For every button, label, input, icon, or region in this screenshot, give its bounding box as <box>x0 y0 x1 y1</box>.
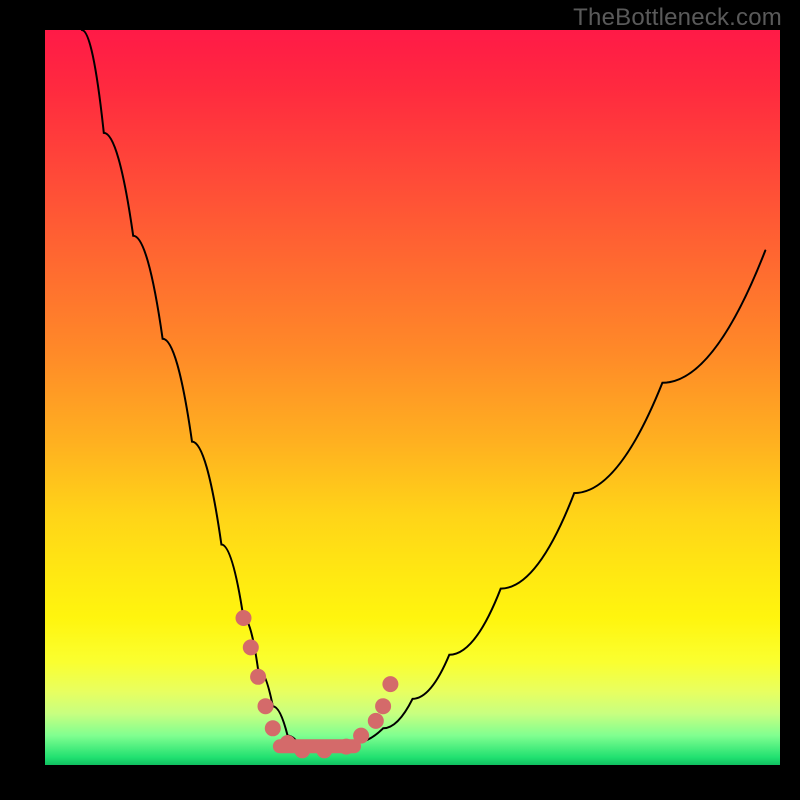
highlight-marker <box>353 728 369 744</box>
highlight-marker <box>258 698 274 714</box>
highlight-marker <box>368 713 384 729</box>
highlight-marker <box>280 735 296 751</box>
highlight-marker <box>236 610 252 626</box>
highlight-marker <box>375 698 391 714</box>
highlight-marker <box>294 742 310 758</box>
highlight-marker <box>316 742 332 758</box>
plot-area <box>45 30 780 765</box>
chart-svg <box>45 30 780 765</box>
highlight-marker <box>265 720 281 736</box>
chart-frame: TheBottleneck.com <box>0 0 800 800</box>
bottleneck-curve <box>82 30 766 750</box>
highlight-marker <box>382 676 398 692</box>
highlight-marker <box>243 639 259 655</box>
attribution-label: TheBottleneck.com <box>573 4 782 32</box>
highlight-marker <box>250 669 266 685</box>
highlight-marker <box>338 739 354 755</box>
